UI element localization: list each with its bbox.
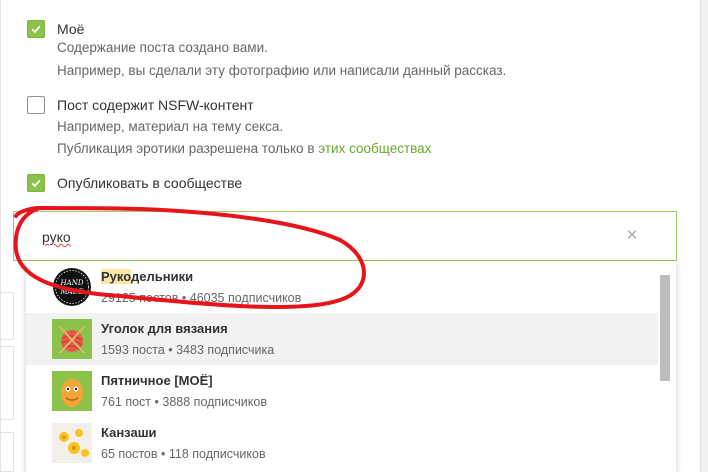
option-nsfw-desc-1: Например, материал на тему секса. — [57, 119, 284, 134]
suggestion-item[interactable]: Канзаши 65 постов • 118 подписчиков — [26, 417, 658, 469]
close-icon[interactable]: ✕ — [624, 227, 640, 244]
pumpkin-avatar — [52, 371, 92, 411]
background-card — [0, 432, 14, 472]
option-publish-community[interactable]: Опубликовать в сообществе — [27, 174, 242, 192]
suggestion-item[interactable]: HAND MADE Рукодельники 29125 постов • 46… — [26, 261, 658, 313]
option-nsfw-desc-2: Публикация эротики разрешена только в эт… — [57, 141, 431, 156]
option-publish-community-label: Опубликовать в сообществе — [57, 175, 243, 191]
background-card — [0, 292, 14, 340]
suggestion-name: Рукодельники — [101, 269, 194, 284]
option-mine-desc-2: Например, вы сделали эту фотографию или … — [57, 63, 507, 78]
suggestion-stats: 761 пост • 3888 подписчиков — [101, 395, 267, 409]
suggestion-name: Пятничное [МОЁ] — [101, 373, 213, 388]
option-mine-label: Моё — [57, 21, 85, 37]
flower-avatar — [52, 423, 92, 463]
community-search-input[interactable]: руко ✕ — [13, 211, 677, 261]
option-nsfw[interactable]: Пост содержит NSFW-контент — [27, 96, 254, 114]
svg-text:MADE: MADE — [60, 288, 84, 296]
background-card — [0, 346, 14, 420]
checkbox-mine[interactable] — [27, 20, 45, 38]
suggestion-item[interactable]: Уголок для вязания 1593 поста • 3483 под… — [26, 313, 658, 365]
checkbox-publish-community[interactable] — [27, 174, 45, 192]
suggestion-stats: 65 постов • 118 подписчиков — [101, 447, 266, 461]
svg-text:HAND: HAND — [60, 279, 84, 287]
yarn-avatar — [52, 319, 92, 359]
option-mine[interactable]: Моё — [27, 20, 84, 38]
community-search-value[interactable]: руко — [42, 229, 71, 245]
suggestion-item[interactable]: Пятничное [МОЁ] 761 пост • 3888 подписчи… — [26, 365, 658, 417]
dropdown-scrollbar[interactable] — [660, 275, 670, 381]
checkbox-nsfw[interactable] — [27, 96, 45, 114]
suggestion-name: Уголок для вязания — [101, 321, 228, 336]
handmade-avatar: HAND MADE — [52, 267, 92, 307]
suggestion-name: Канзаши — [101, 425, 157, 440]
suggestion-stats: 29125 постов • 46035 подписчиков — [101, 291, 302, 305]
option-nsfw-desc-2-text: Публикация эротики разрешена только в — [57, 141, 315, 156]
nsfw-communities-link[interactable]: этих сообществах — [318, 141, 431, 156]
checkmark-icon — [31, 179, 41, 188]
suggestion-stats: 1593 поста • 3483 подписчика — [101, 343, 275, 357]
option-nsfw-label: Пост содержит NSFW-контент — [57, 97, 254, 113]
community-suggestions-dropdown: HAND MADE Рукодельники 29125 постов • 46… — [26, 261, 676, 472]
option-mine-desc-1: Содержание поста создано вами. — [57, 40, 268, 55]
checkmark-icon — [31, 25, 41, 34]
